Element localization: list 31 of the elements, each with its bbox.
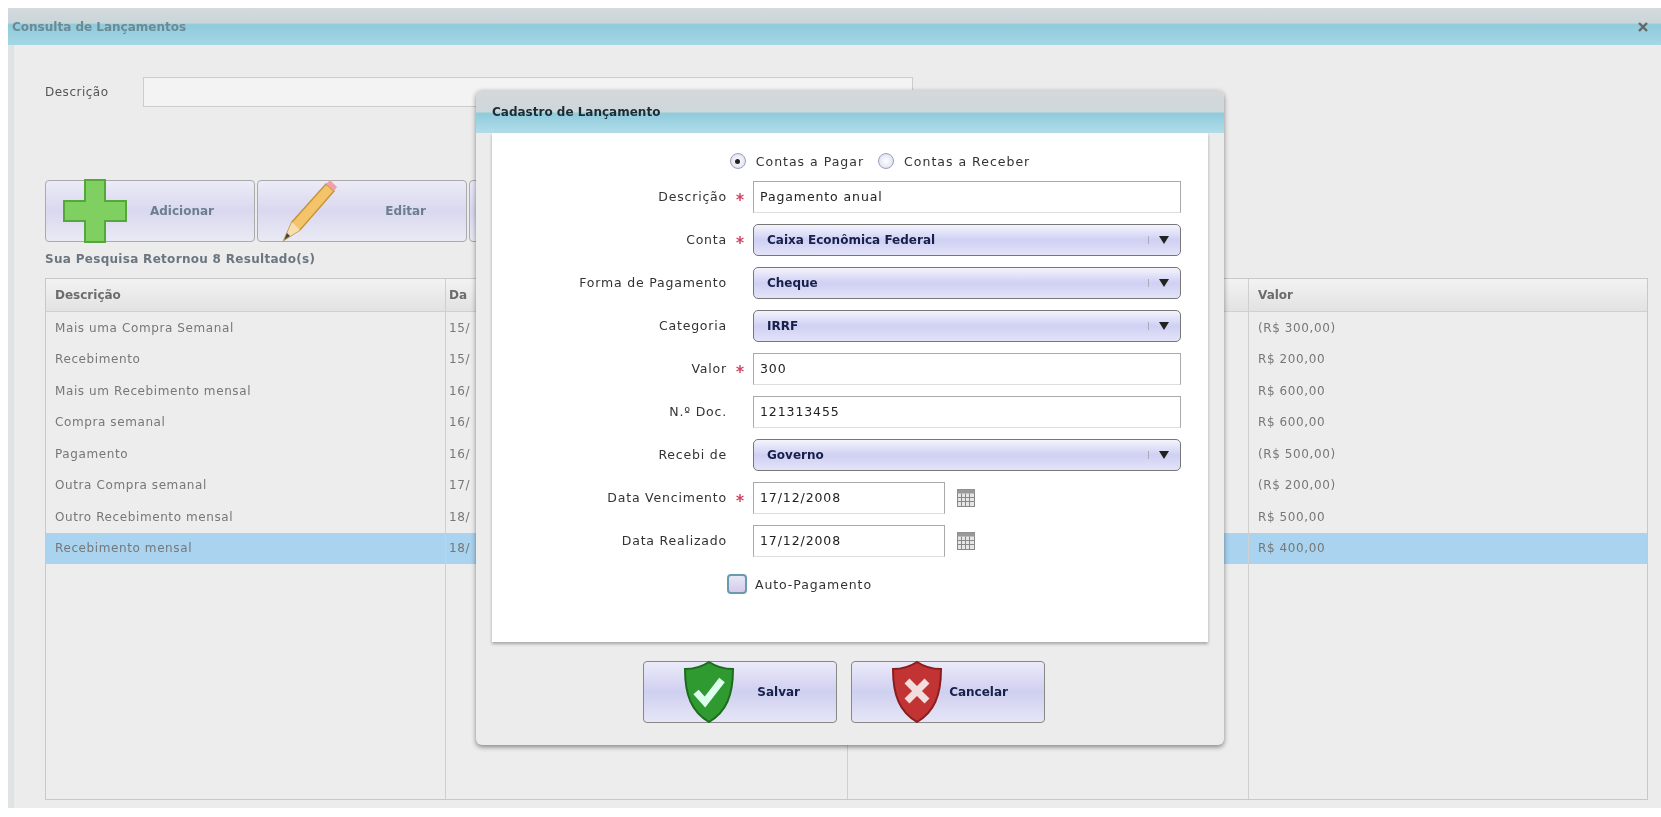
radio-label: Contas a Pagar: [755, 153, 865, 169]
field-label: Forma de Pagamento: [578, 275, 727, 290]
table-cell-text: R$ 500,00: [1257, 508, 1327, 526]
field-label: Conta: [685, 232, 727, 247]
table-cell: Pagamento: [46, 438, 446, 470]
table-cell: Mais um Recebimento mensal: [46, 375, 446, 407]
field-label: Categoria: [657, 318, 727, 333]
table-cell-text: R$ 600,00: [1257, 382, 1327, 400]
table-cell-text: R$ 200,00: [1257, 351, 1327, 369]
table-cell: Compra semanal: [46, 406, 446, 438]
table-cell: Recebimento mensal: [46, 532, 446, 564]
radio-label: Contas a Receber: [904, 153, 1031, 169]
dialog-title: Cadastro de Lançamento: [492, 104, 661, 119]
field-label: Descrição: [657, 189, 727, 204]
search-label: Descrição: [45, 85, 110, 99]
table-cell-text: (R$ 500,00): [1257, 445, 1337, 463]
field-label: N.º Doc.: [668, 404, 727, 419]
table-cell: Outra Compra semanal: [46, 469, 446, 501]
field-label: Recebi de: [657, 447, 727, 462]
result-count-text: Sua Pesquisa Retornou 8 Resultado(s): [45, 252, 317, 266]
table-cell-text: R$ 400,00: [1257, 540, 1327, 558]
table-cell-text: (R$ 200,00): [1257, 477, 1337, 495]
table-cell: Recebimento: [46, 343, 446, 375]
table-cell: Outro Recebimento mensal: [46, 501, 446, 533]
table-cell-text: (R$ 300,00): [1257, 319, 1337, 337]
field-label: Valor: [690, 361, 727, 376]
window-title: Consulta de Lançamentos: [12, 19, 187, 34]
table-cell: Mais uma Compra Semanal: [46, 312, 446, 344]
field-label: Data Realizado: [620, 533, 727, 548]
checkbox-label: Auto-Pagamento: [755, 576, 872, 592]
table-cell-text: R$ 600,00: [1257, 414, 1327, 432]
